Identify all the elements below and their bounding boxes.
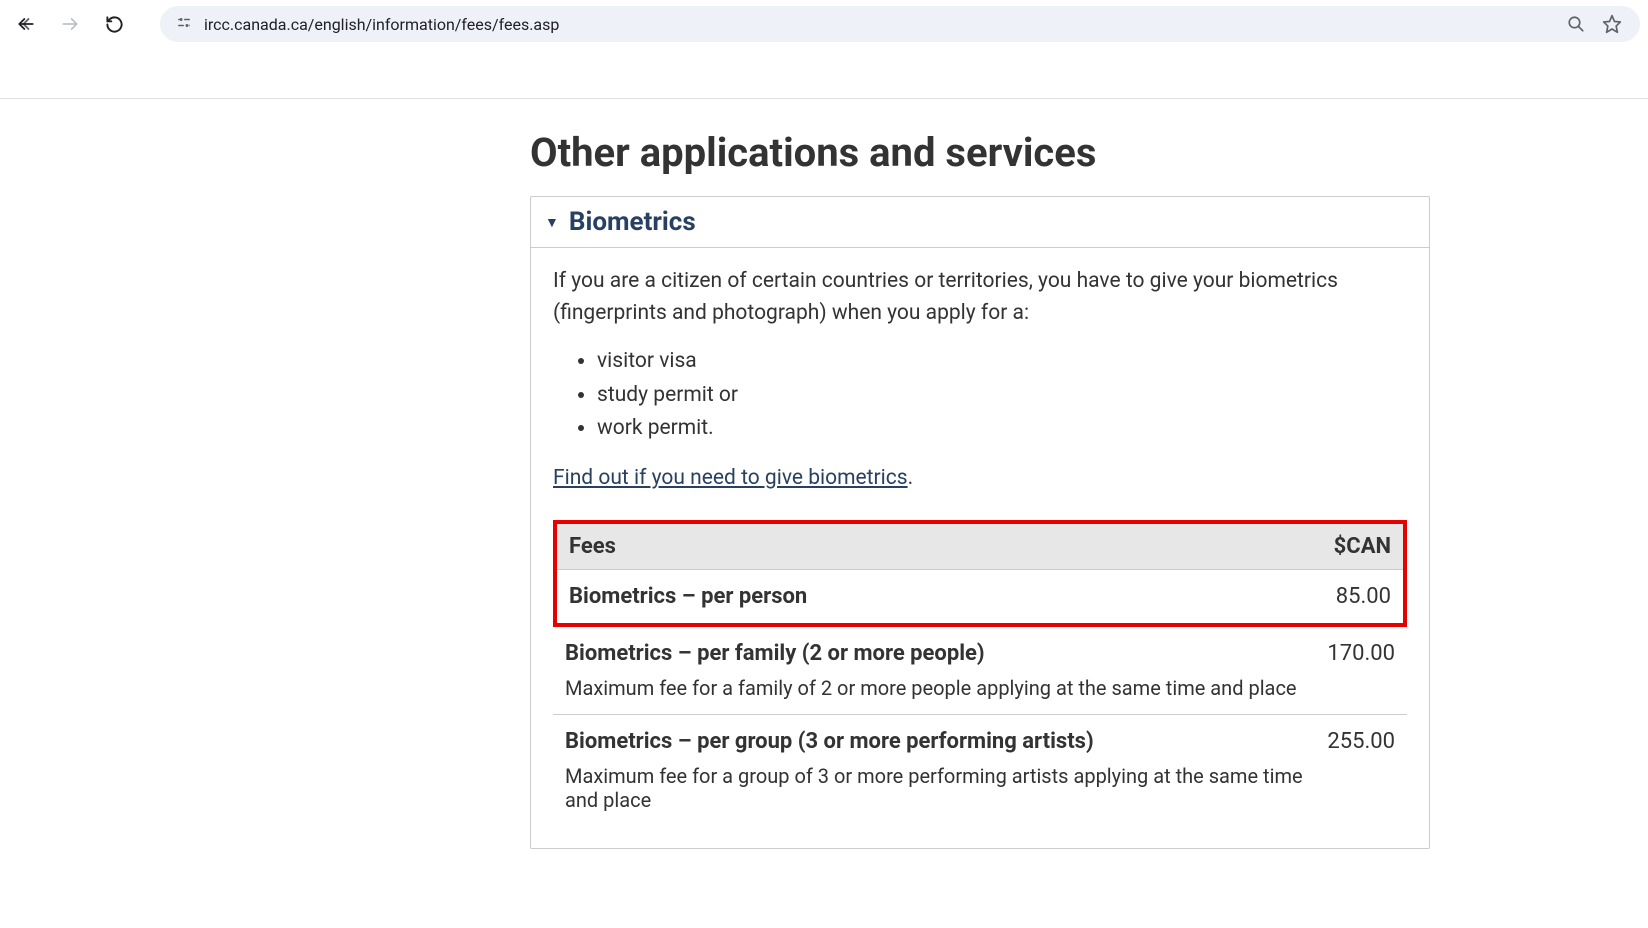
accordion-title: Biometrics (569, 207, 696, 237)
fee-price: 170.00 (1327, 641, 1395, 666)
page-content: Other applications and services ▼ Biomet… (0, 98, 1648, 889)
list-item: visitor visa (597, 345, 1407, 379)
fee-price: 255.00 (1327, 729, 1395, 754)
zoom-icon[interactable] (1562, 10, 1590, 38)
fee-name: Biometrics – per family (2 or more peopl… (565, 641, 1307, 666)
accordion-body: If you are a citizen of certain countrie… (531, 248, 1429, 848)
url-text: ircc.canada.ca/english/information/fees/… (204, 15, 1552, 34)
accordion-toggle[interactable]: ▼ Biometrics (531, 197, 1429, 248)
fee-name: Biometrics – per group (3 or more perfor… (565, 729, 1307, 754)
back-button[interactable] (8, 6, 44, 42)
highlighted-fee-section: Fees $CAN Biometrics – per person 85.00 (553, 520, 1407, 627)
biometrics-link[interactable]: Find out if you need to give biometrics (553, 466, 908, 490)
biometrics-link-line: Find out if you need to give biometrics. (553, 466, 1407, 490)
fee-row: Biometrics – per group (3 or more perfor… (553, 715, 1407, 826)
fee-desc: Maximum fee for a group of 3 or more per… (565, 764, 1307, 812)
forward-button[interactable] (52, 6, 88, 42)
chevron-down-icon: ▼ (545, 214, 559, 231)
biometrics-accordion: ▼ Biometrics If you are a citizen of cer… (530, 196, 1430, 849)
site-settings-icon[interactable] (174, 14, 194, 34)
fee-table-header: Fees $CAN (557, 524, 1403, 570)
intro-text: If you are a citizen of certain countrie… (553, 266, 1407, 329)
address-bar[interactable]: ircc.canada.ca/english/information/fees/… (160, 6, 1640, 42)
bookmark-star-icon[interactable] (1598, 10, 1626, 38)
currency-header-label: $CAN (1334, 534, 1391, 559)
browser-toolbar: ircc.canada.ca/english/information/fees/… (0, 0, 1648, 48)
apply-for-list: visitor visa study permit or work permit… (553, 345, 1407, 446)
list-item: study permit or (597, 379, 1407, 413)
reload-button[interactable] (96, 6, 132, 42)
fees-header-label: Fees (569, 534, 616, 559)
fee-desc: Maximum fee for a family of 2 or more pe… (565, 676, 1307, 700)
fee-row: Biometrics – per family (2 or more peopl… (553, 627, 1407, 715)
list-item: work permit. (597, 412, 1407, 446)
page-title: Other applications and services (530, 129, 1430, 176)
fee-price: 85.00 (1336, 584, 1391, 609)
fee-name: Biometrics – per person (569, 584, 1316, 609)
fee-row: Biometrics – per person 85.00 (557, 570, 1403, 623)
